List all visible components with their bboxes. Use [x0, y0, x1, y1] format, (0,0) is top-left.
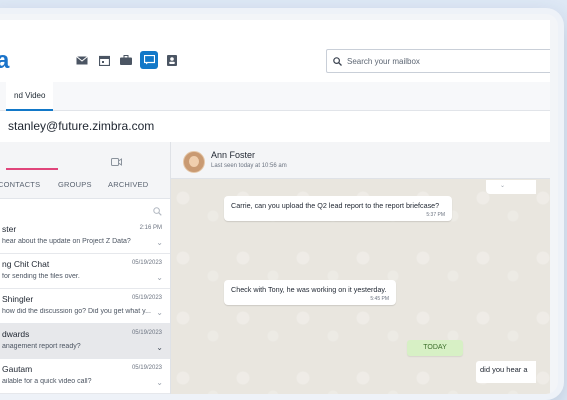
message-text: Carrie, can you upload the Q2 lead repor…	[231, 201, 440, 210]
last-seen-status: Last seen today at 10:56 am	[211, 163, 287, 169]
tab-groups[interactable]: GROUPS	[58, 180, 92, 189]
conversation-item[interactable]: Gautam 05/19/2023 ailable for a quick vi…	[0, 359, 170, 394]
conversation-preview: for sending the files over.	[2, 273, 80, 280]
conversation-panel: CONTACTS GROUPS ARCHIVED ster 2:16 PM he…	[0, 142, 171, 394]
conversation-name: ng Chit Chat	[2, 259, 50, 269]
conversation-name: ster	[2, 224, 17, 234]
top-bar: a	[0, 20, 550, 83]
message-time: 5:37 PM	[426, 212, 445, 218]
briefcase-icon[interactable]	[118, 52, 134, 68]
app-logo: a	[0, 48, 22, 74]
conversation-date: 2:16 PM	[139, 225, 162, 231]
chevron-down-icon[interactable]: ⌄	[156, 343, 163, 352]
conversation-date: 05/19/2023	[131, 330, 162, 336]
chevron-down-icon[interactable]: ⌄	[156, 273, 163, 282]
message-bubble[interactable]: Carrie, can you upload the Q2 lead repor…	[224, 196, 452, 221]
conversation-item[interactable]: ster 2:16 PM hear about the update on Pr…	[0, 219, 170, 254]
app-switcher	[74, 51, 180, 69]
calendar-icon[interactable]	[96, 52, 112, 68]
chevron-down-icon[interactable]: ⌄	[156, 308, 163, 317]
search-icon	[327, 56, 347, 66]
tab-bar: nd Video	[0, 82, 550, 111]
chevron-down-icon[interactable]: ⌄	[156, 378, 163, 387]
date-separator: TODAY	[407, 340, 463, 356]
active-segment-indicator	[6, 168, 58, 170]
tab-contacts[interactable]: CONTACTS	[0, 180, 40, 189]
conversation-preview: anagement report ready?	[2, 343, 81, 350]
message-time: 5:45 PM	[370, 296, 389, 302]
conversation-name: dwards	[2, 329, 30, 339]
mail-icon[interactable]	[74, 52, 90, 68]
message-bubble-partial: ⌄	[486, 180, 536, 194]
tab-video[interactable]: nd Video	[6, 82, 54, 111]
chat-icon[interactable]	[140, 51, 158, 69]
conversation-preview: how did the discussion go? Did you get w…	[2, 308, 151, 315]
conversation-item-selected[interactable]: dwards 05/19/2023 anagement report ready…	[0, 324, 170, 359]
message-bubble[interactable]: did you hear a	[476, 361, 536, 383]
search-placeholder: Search your mailbox	[347, 56, 420, 66]
chat-pane: Ann Foster Last seen today at 10:56 am ⌄…	[171, 142, 550, 394]
mailbox-search[interactable]: Search your mailbox	[326, 49, 550, 73]
video-icon[interactable]	[111, 153, 122, 171]
chevron-down-icon[interactable]: ⌄	[500, 182, 505, 189]
conversation-search[interactable]	[0, 198, 170, 220]
conversation-item[interactable]: ng Chit Chat 05/19/2023 for sending the …	[0, 254, 170, 289]
contacts-icon[interactable]	[164, 52, 180, 68]
tab-archived[interactable]: ARCHIVED	[108, 180, 148, 189]
conversation-date: 05/19/2023	[131, 295, 162, 301]
contact-subtabs: CONTACTS GROUPS ARCHIVED	[0, 174, 170, 196]
chat-header: Ann Foster Last seen today at 10:56 am	[171, 142, 550, 179]
mode-segment	[0, 146, 170, 170]
tablet-frame: a	[0, 8, 564, 400]
app-screen: a	[0, 20, 550, 394]
message-text: Check with Tony, he was working on it ye…	[231, 285, 387, 294]
message-bubble[interactable]: Check with Tony, he was working on it ye…	[224, 280, 396, 305]
contact-name: Ann Foster	[211, 150, 256, 160]
chevron-down-icon[interactable]: ⌄	[156, 238, 163, 247]
conversation-preview: ailable for a quick video call?	[2, 378, 92, 385]
conversation-date: 05/19/2023	[131, 260, 162, 266]
conversation-item[interactable]: Shingler 05/19/2023 how did the discussi…	[0, 289, 170, 324]
conversation-name: Shingler	[2, 294, 34, 304]
conversation-date: 05/19/2023	[131, 365, 162, 371]
conversation-preview: hear about the update on Project Z Data?	[2, 238, 131, 245]
account-email: stanley@future.zimbra.com	[8, 119, 155, 133]
avatar[interactable]	[183, 151, 205, 173]
